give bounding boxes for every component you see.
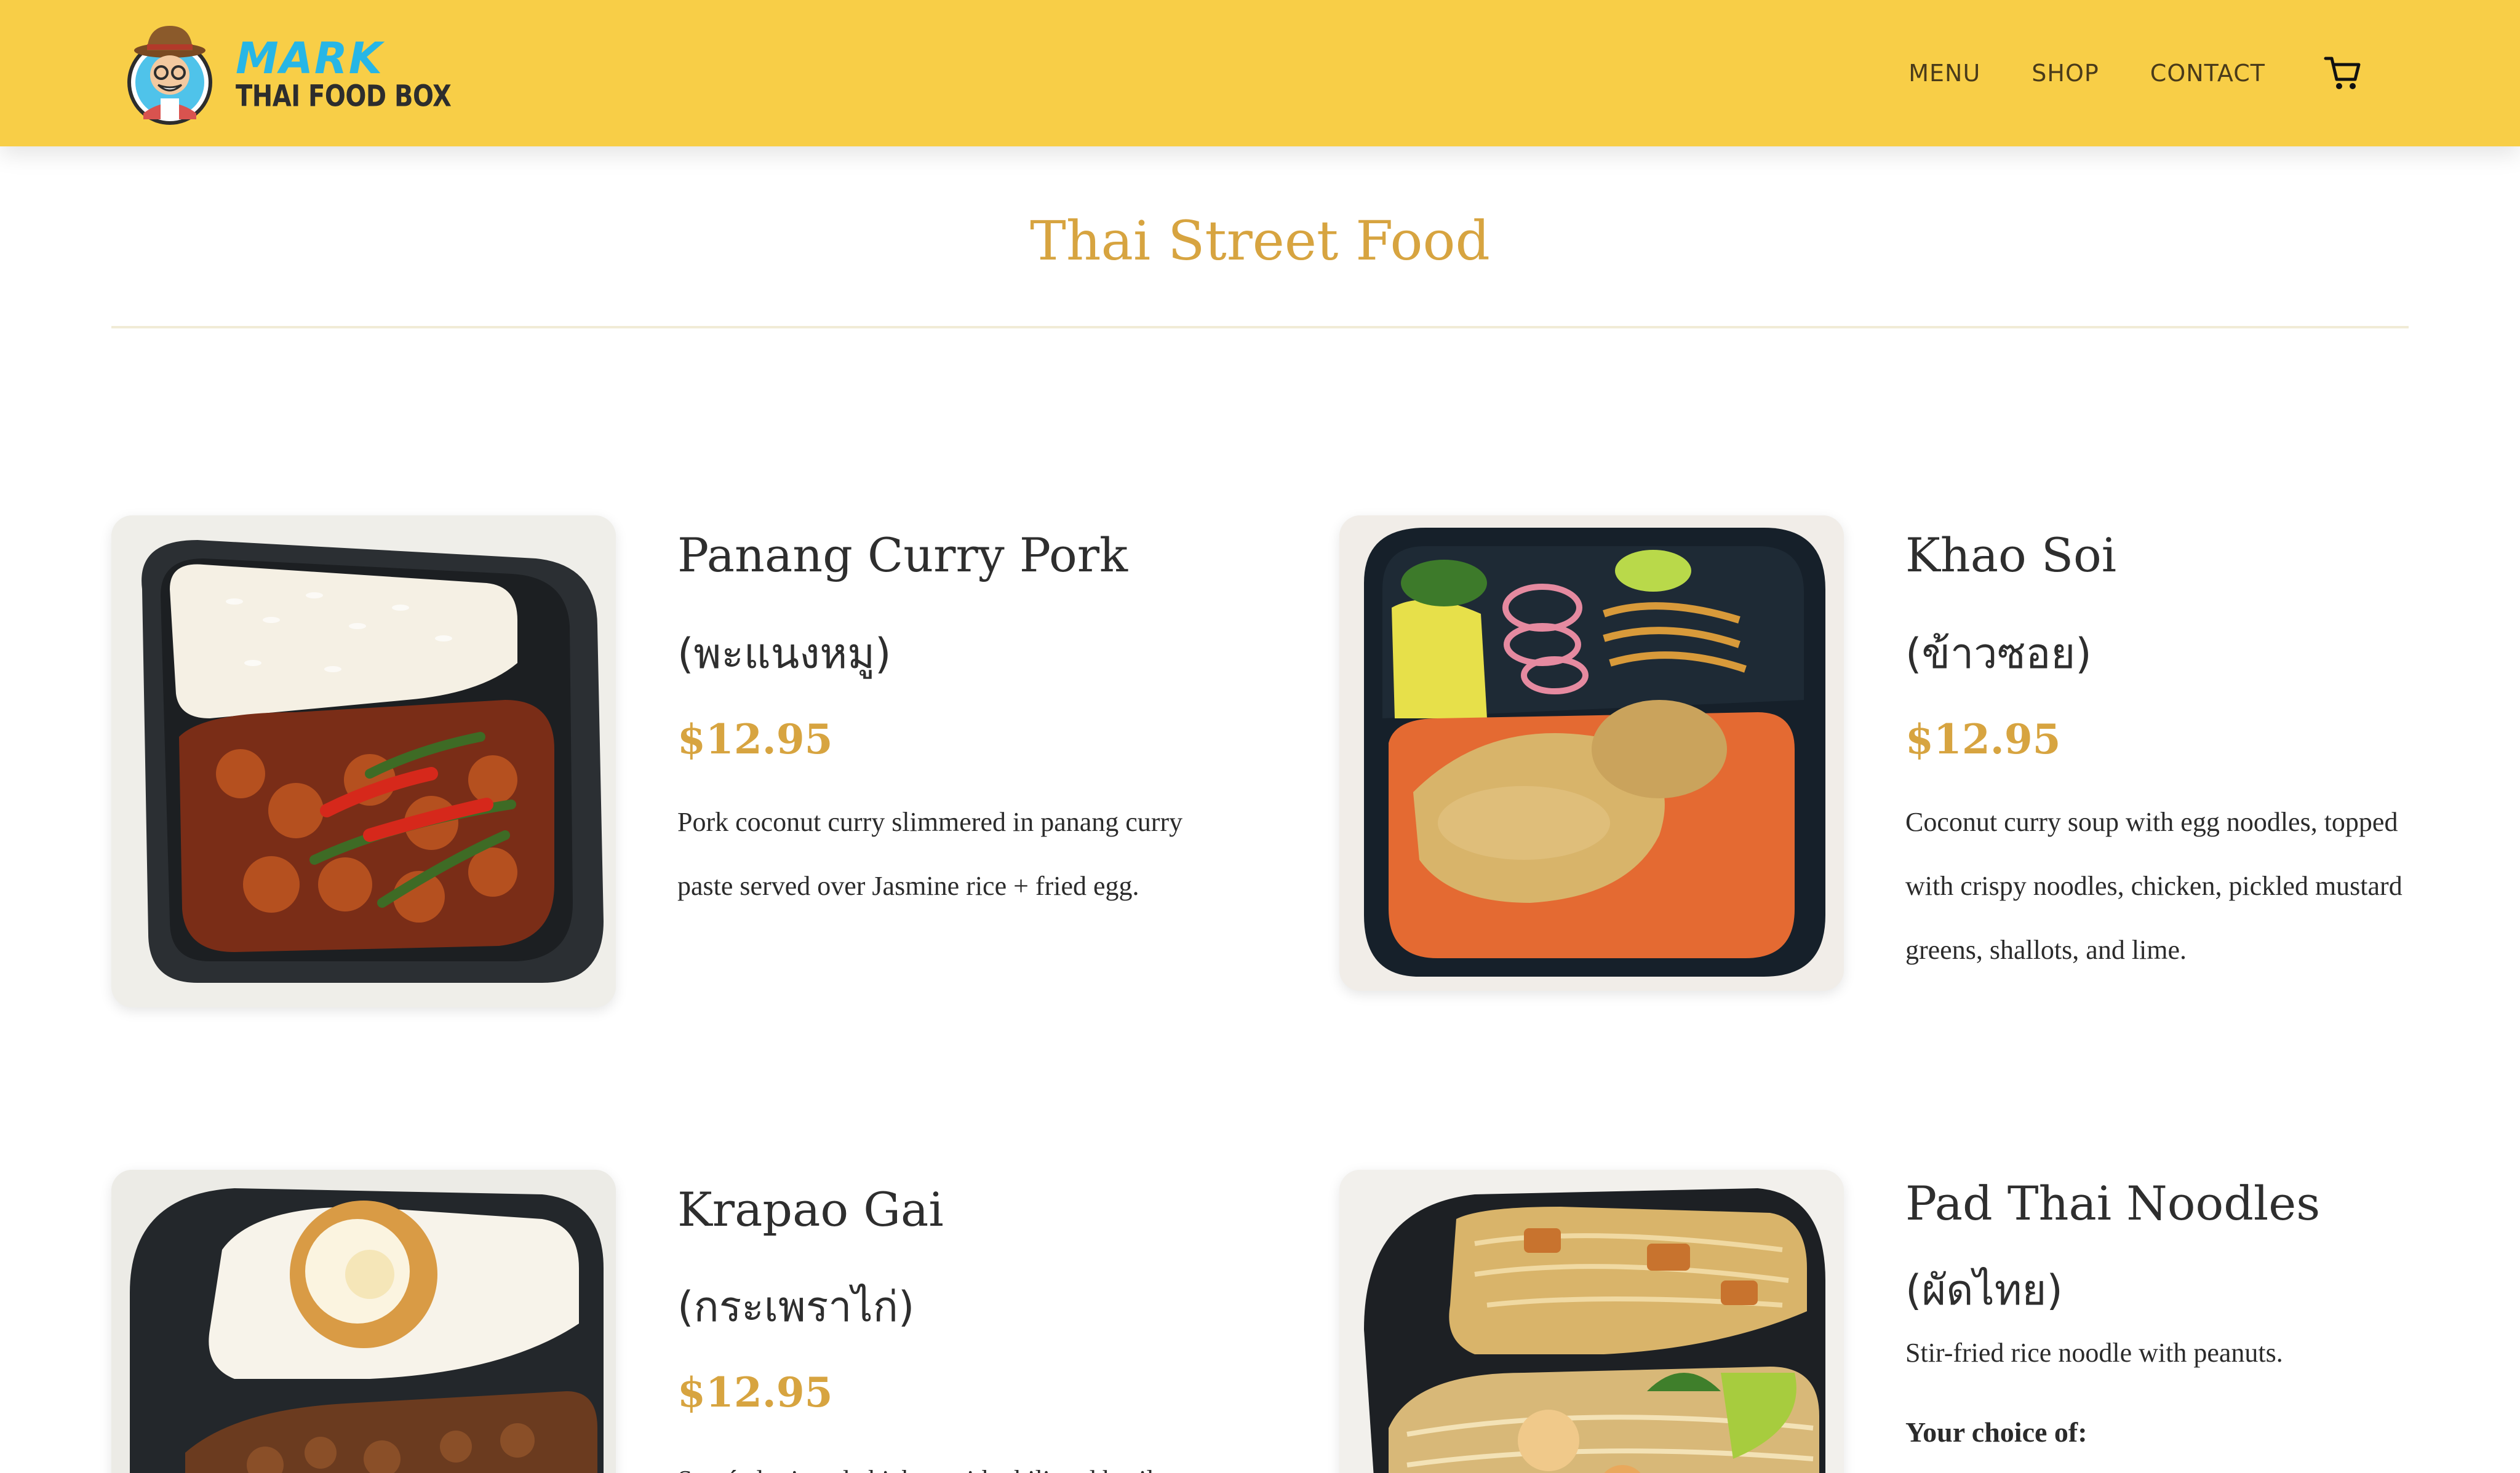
main-nav: MENU SHOP CONTACT (1908, 0, 2362, 146)
item-description: Sautéed minced chicken with chili and ba… (677, 1448, 1206, 1473)
section-divider (111, 326, 2409, 328)
item-thai-name: (ข้าวซอย) (1905, 630, 2092, 678)
item-description: Stir-fried rice noodle with peanuts. (1905, 1338, 2283, 1368)
item-price: $12.95 (1905, 715, 2061, 763)
section-title: Thai Street Food (1030, 209, 1490, 272)
panang-curry-photo[interactable] (111, 515, 616, 1007)
item-thai-name: (กระเพราไก่) (677, 1283, 915, 1332)
item-thai-name: (ผัดไทย) (1905, 1266, 2063, 1315)
choice-label: Your choice of: (1905, 1416, 2087, 1448)
item-description: Pork coconut curry slimmered in panang c… (677, 807, 1183, 901)
site-header: MARK THAI FOOD BOX MENU SHOP CONTACT (0, 0, 2520, 146)
item-thai-name: (พะแนงหมู) (677, 630, 891, 678)
item-name: Khao Soi (1905, 528, 2117, 582)
khao-soi-photo[interactable] (1339, 515, 1844, 991)
logo-link[interactable]: MARK THAI FOOD BOX (126, 21, 452, 125)
nav-shop[interactable]: SHOP (2032, 60, 2099, 87)
brand-mark: MARK (236, 33, 383, 84)
nav-menu[interactable]: MENU (1908, 60, 1980, 87)
nav-contact[interactable]: CONTACT (2150, 60, 2265, 87)
item-description: Coconut curry soup with egg noodles, top… (1905, 807, 2402, 965)
item-name: Krapao Gai (677, 1182, 944, 1237)
item-price: $12.95 (677, 1368, 833, 1416)
item-name: Pad Thai Noodles (1905, 1176, 2321, 1231)
brand-subtitle: THAI FOOD BOX (236, 79, 452, 114)
item-price: $12.95 (677, 715, 833, 763)
cart-icon[interactable] (2322, 53, 2362, 93)
chef-mascot-icon (126, 21, 213, 125)
item-name: Panang Curry Pork (677, 528, 1128, 582)
krapao-gai-photo[interactable] (111, 1170, 616, 1473)
pad-thai-photo[interactable] (1339, 1170, 1844, 1473)
